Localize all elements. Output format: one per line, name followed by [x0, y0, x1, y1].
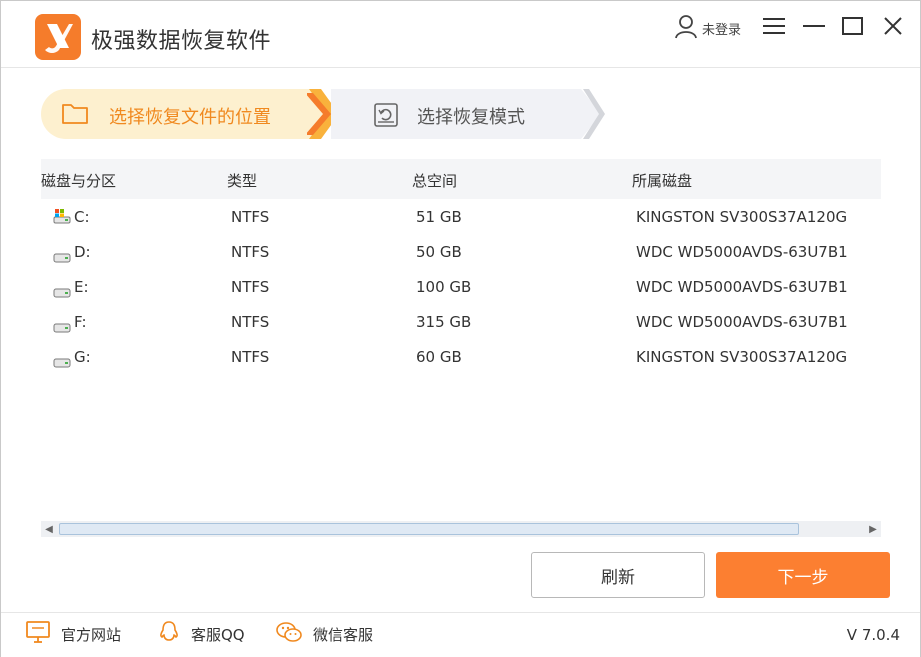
official-website-link[interactable]: 官方网站 [25, 621, 121, 647]
partition-size: 51 GB [416, 208, 462, 226]
recovery-disk-icon [373, 102, 399, 132]
drive-icon [53, 248, 71, 267]
table-row[interactable]: E: NTFS 100 GB WDC WD5000AVDS-63U7B1 [41, 270, 881, 305]
partition-size: 100 GB [416, 278, 472, 296]
partition-name: E: [74, 278, 89, 296]
qq-icon [157, 620, 181, 648]
column-header-disk: 所属磁盘 [632, 172, 693, 190]
partition-disk: WDC WD5000AVDS-63U7B1 [636, 243, 848, 261]
minimize-icon [803, 25, 825, 27]
partition-type: NTFS [231, 208, 270, 226]
login-button[interactable]: 未登录 [673, 13, 741, 43]
wechat-support-link[interactable]: 微信客服 [275, 621, 373, 647]
step-label: 选择恢复文件的位置 [109, 107, 271, 128]
maximize-button[interactable] [838, 11, 868, 41]
partition-disk: WDC WD5000AVDS-63U7B1 [636, 313, 848, 331]
horizontal-scrollbar[interactable]: ◀ ▶ [41, 521, 881, 537]
app-logo-icon [35, 14, 81, 60]
drive-icon [53, 318, 71, 337]
drive-icon [53, 353, 71, 372]
maximize-icon [842, 17, 863, 35]
step-label: 选择恢复模式 [417, 107, 525, 128]
table-row[interactable]: D: NTFS 50 GB WDC WD5000AVDS-63U7B1 [41, 235, 881, 270]
app-window: 极强数据恢复软件 未登录 选择恢复文件的位置 选择恢复模式 磁盘与分区 类型 总… [0, 0, 921, 657]
official-website-label: 官方网站 [61, 625, 122, 644]
scroll-right-icon[interactable]: ▶ [865, 521, 881, 537]
support-qq-link[interactable]: 客服QQ [157, 621, 245, 647]
refresh-button[interactable]: 刷新 [531, 552, 705, 598]
column-header-partition: 磁盘与分区 [41, 172, 117, 190]
step-select-mode: 选择恢复模式 [331, 89, 581, 139]
menu-button[interactable] [759, 11, 789, 41]
title-bar: 极强数据恢复软件 未登录 [1, 1, 920, 68]
table-row[interactable]: G: NTFS 60 GB KINGSTON SV300S37A120G [41, 340, 881, 375]
monitor-icon [25, 620, 51, 648]
drive-icon [53, 283, 71, 302]
wechat-support-label: 微信客服 [313, 625, 374, 644]
partition-disk: KINGSTON SV300S37A120G [636, 208, 848, 226]
partition-size: 50 GB [416, 243, 462, 261]
user-icon [673, 13, 699, 43]
system-drive-icon [53, 208, 71, 228]
next-step-button[interactable]: 下一步 [716, 552, 890, 598]
partition-type: NTFS [231, 278, 270, 296]
partition-type: NTFS [231, 243, 270, 261]
partition-size: 60 GB [416, 348, 462, 366]
table-header: 磁盘与分区 类型 总空间 所属磁盘 [41, 159, 881, 199]
column-header-size: 总空间 [412, 172, 458, 190]
wechat-icon [275, 620, 303, 648]
minimize-button[interactable] [799, 11, 829, 41]
partition-name: D: [74, 243, 91, 261]
column-header-type: 类型 [227, 172, 258, 190]
folder-icon [61, 101, 89, 129]
support-qq-label: 客服QQ [191, 625, 245, 644]
partition-table: 磁盘与分区 类型 总空间 所属磁盘 C: NTFS 51 GB KINGSTON… [41, 159, 881, 375]
version-label: V 7.0.4 [846, 626, 900, 644]
close-button[interactable] [878, 11, 908, 41]
partition-name: F: [74, 313, 87, 331]
scroll-left-icon[interactable]: ◀ [41, 521, 57, 537]
close-icon [884, 17, 902, 35]
partition-name: G: [74, 348, 91, 366]
step-select-location: 选择恢复文件的位置 [41, 89, 309, 139]
app-title: 极强数据恢复软件 [91, 29, 272, 54]
partition-type: NTFS [231, 313, 270, 331]
table-row[interactable]: C: NTFS 51 GB KINGSTON SV300S37A120G [41, 200, 881, 235]
partition-type: NTFS [231, 348, 270, 366]
partition-disk: KINGSTON SV300S37A120G [636, 348, 848, 366]
partition-name: C: [74, 208, 90, 226]
login-label: 未登录 [702, 22, 742, 38]
hamburger-menu-icon [763, 18, 785, 34]
scrollbar-thumb[interactable] [59, 523, 799, 535]
footer: 官方网站 客服QQ 微信客服 V 7.0.4 [1, 612, 920, 657]
table-row[interactable]: F: NTFS 315 GB WDC WD5000AVDS-63U7B1 [41, 305, 881, 340]
partition-size: 315 GB [416, 313, 472, 331]
step-arrow-inactive [561, 89, 605, 139]
partition-disk: WDC WD5000AVDS-63U7B1 [636, 278, 848, 296]
